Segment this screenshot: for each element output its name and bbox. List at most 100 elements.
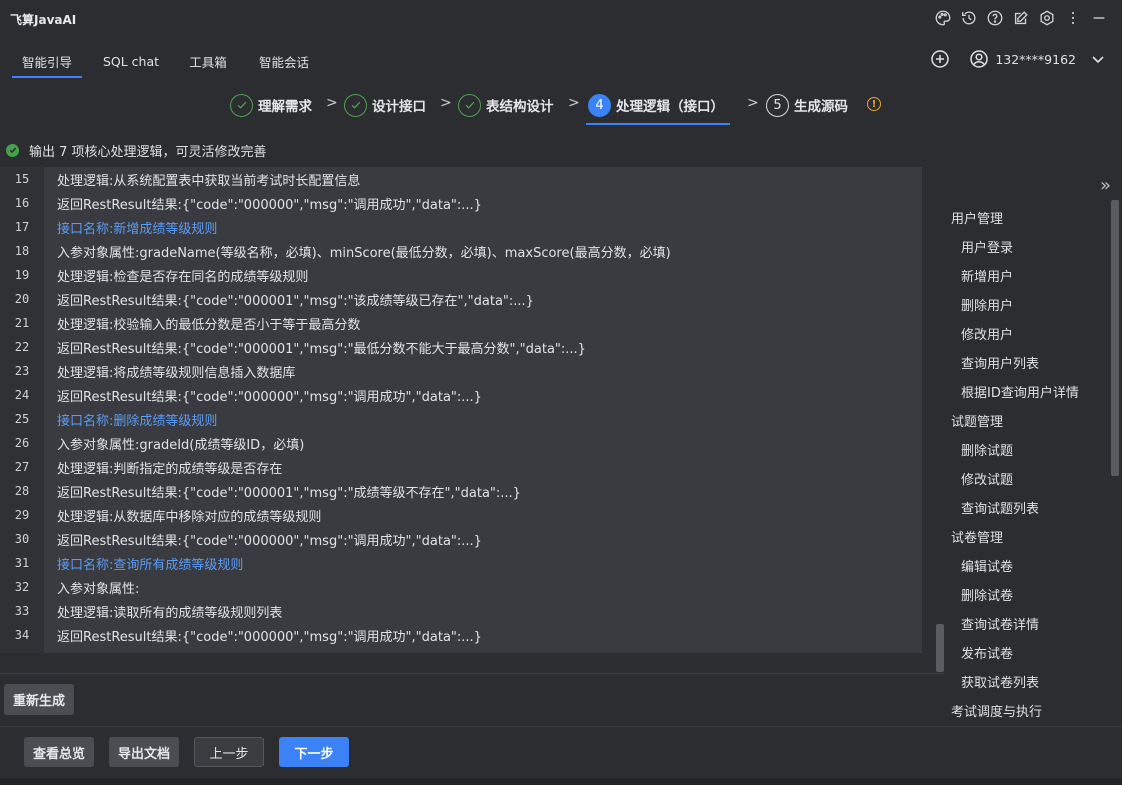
line-number: 24: [14, 388, 30, 402]
outline-subitem[interactable]: 根据ID查询用户详情: [961, 382, 1079, 404]
code-line[interactable]: 18 入参对象属性:gradeName(等级名称，必填)、minScore(最低分…: [0, 239, 922, 263]
history-icon[interactable]: [959, 8, 978, 27]
chevron-down-icon: [1092, 56, 1104, 64]
outline-group[interactable]: 考试调度与执行: [951, 701, 1042, 723]
outline-group[interactable]: 用户管理: [951, 208, 1003, 230]
code-line[interactable]: 30 返回RestResult结果:{"code":"000000","msg":…: [0, 527, 922, 551]
step-5[interactable]: 5 生成源码: [766, 88, 848, 122]
outline-subitem[interactable]: 用户登录: [961, 237, 1013, 259]
code-line[interactable]: 23 处理逻辑:将成绩等级规则信息插入数据库: [0, 359, 922, 383]
status-message: 输出 7 项核心处理逻辑，可灵活修改完善: [6, 140, 267, 160]
palette-icon[interactable]: [933, 8, 952, 27]
tab-chat[interactable]: 智能会话: [250, 44, 318, 78]
outline-subitem[interactable]: 修改试题: [961, 469, 1013, 491]
outline-subitem[interactable]: 修改用户: [961, 324, 1013, 346]
line-text: 接口名称:删除成绩等级规则: [57, 413, 218, 429]
code-line[interactable]: 27 处理逻辑:判断指定的成绩等级是否存在: [0, 455, 922, 479]
outline-subitem[interactable]: 获取试卷列表: [961, 672, 1039, 694]
step-label: 生成源码: [794, 99, 848, 115]
line-number: 20: [14, 292, 30, 306]
code-line[interactable]: 28 返回RestResult结果:{"code":"000001","msg":…: [0, 479, 922, 503]
tab-toolbox[interactable]: 工具箱: [180, 44, 236, 78]
line-number: 21: [14, 316, 30, 330]
code-line[interactable]: 24 返回RestResult结果:{"code":"000000","msg":…: [0, 383, 922, 407]
line-number: 27: [14, 460, 30, 474]
line-text: 接口名称:新增成绩等级规则: [57, 221, 218, 237]
step-label: 处理逻辑（接口）: [616, 99, 724, 115]
interface-outline: 用户管理用户登录新增用户删除用户修改用户查询用户列表根据ID查询用户详情试题管理…: [944, 170, 1122, 726]
code-line[interactable]: 15 处理逻辑:从系统配置表中获取当前考试时长配置信息: [0, 167, 922, 191]
step-4[interactable]: 4 处理逻辑（接口）: [586, 88, 730, 125]
line-number: 16: [14, 196, 30, 210]
line-number: 26: [14, 436, 30, 450]
add-icon[interactable]: [929, 48, 951, 70]
line-text: 处理逻辑:判断指定的成绩等级是否存在: [57, 461, 283, 477]
edit-icon[interactable]: [1011, 8, 1030, 27]
next-step-button[interactable]: 下一步: [279, 737, 349, 767]
code-line[interactable]: 25 接口名称:删除成绩等级规则: [0, 407, 922, 431]
code-line[interactable]: 19 处理逻辑:检查是否存在同名的成绩等级规则: [0, 263, 922, 287]
line-text: 处理逻辑:将成绩等级规则信息插入数据库: [57, 365, 296, 381]
settings-icon[interactable]: [1037, 8, 1056, 27]
code-line[interactable]: 29 处理逻辑:从数据库中移除对应的成绩等级规则: [0, 503, 922, 527]
outline-subitem[interactable]: 查询用户列表: [961, 353, 1039, 375]
previous-step-button[interactable]: 上一步: [194, 737, 264, 767]
step-number: 4: [588, 93, 611, 117]
tab-guide[interactable]: 智能引导: [12, 44, 82, 78]
outline-subitem[interactable]: 编辑试卷: [961, 556, 1013, 578]
chevron-right-icon: >: [747, 95, 759, 111]
outline-subitem[interactable]: 新增用户: [961, 266, 1013, 288]
regenerate-button[interactable]: 重新生成: [4, 684, 74, 715]
code-line[interactable]: 34 返回RestResult结果:{"code":"000000","msg":…: [0, 623, 922, 647]
outline-scrollbar[interactable]: [1111, 200, 1119, 476]
outline-subitem[interactable]: 删除试卷: [961, 585, 1013, 607]
line-text: 返回RestResult结果:{"code":"000001","msg":"该…: [57, 293, 534, 309]
line-number: 30: [14, 532, 30, 546]
line-text: 返回RestResult结果:{"code":"000001","msg":"最…: [57, 341, 586, 357]
line-number: 15: [14, 172, 30, 186]
outline-subitem[interactable]: 删除试题: [961, 440, 1013, 462]
code-line[interactable]: 31 接口名称:查询所有成绩等级规则: [0, 551, 922, 575]
help-icon[interactable]: [985, 8, 1004, 27]
step-number: 5: [766, 93, 789, 117]
outline-group[interactable]: 试题管理: [951, 411, 1003, 433]
code-line[interactable]: 20 返回RestResult结果:{"code":"000001","msg":…: [0, 287, 922, 311]
outline-subitem[interactable]: 查询试卷详情: [961, 614, 1039, 636]
step-3[interactable]: 表结构设计: [458, 88, 554, 122]
title-toolbar: [933, 8, 1108, 27]
outline-group[interactable]: 试卷管理: [951, 527, 1003, 549]
line-number: 19: [14, 268, 30, 282]
line-number: 33: [14, 604, 30, 618]
step-2[interactable]: 设计接口: [344, 88, 426, 122]
line-text: 返回RestResult结果:{"code":"000000","msg":"调…: [57, 389, 482, 405]
line-number: 29: [14, 508, 30, 522]
code-line[interactable]: 16 返回RestResult结果:{"code":"000000","msg":…: [0, 191, 922, 215]
more-vertical-icon[interactable]: [1063, 8, 1082, 27]
outline-subitem[interactable]: 查询试题列表: [961, 498, 1039, 520]
check-icon: [344, 93, 367, 117]
info-icon[interactable]: !: [867, 97, 881, 111]
outline-subitem[interactable]: 发布试卷: [961, 643, 1013, 665]
minimize-icon[interactable]: [1089, 8, 1108, 27]
step-1[interactable]: 理解需求: [230, 88, 312, 122]
code-line[interactable]: 33 处理逻辑:读取所有的成绩等级规则列表: [0, 599, 922, 623]
code-line[interactable]: 17 接口名称:新增成绩等级规则: [0, 215, 922, 239]
line-text: 返回RestResult结果:{"code":"000000","msg":"调…: [57, 629, 482, 645]
logic-editor[interactable]: 15 处理逻辑:从系统配置表中获取当前考试时长配置信息 16 返回RestResult…: [0, 167, 922, 653]
check-icon: [230, 93, 253, 117]
outline-subitem[interactable]: 删除用户: [961, 295, 1013, 317]
code-line[interactable]: 22 返回RestResult结果:{"code":"000001","msg":…: [0, 335, 922, 359]
code-line[interactable]: 21 处理逻辑:校验输入的最低分数是否小于等于最高分数: [0, 311, 922, 335]
editor-scrollbar[interactable]: [936, 624, 944, 672]
code-line[interactable]: 32 入参对象属性:: [0, 575, 922, 599]
chevron-right-icon: >: [326, 95, 338, 111]
code-line[interactable]: 26 入参对象属性:gradeId(成绩等级ID，必填): [0, 431, 922, 455]
view-overview-button[interactable]: 查看总览: [24, 737, 94, 767]
line-text: 返回RestResult结果:{"code":"000000","msg":"调…: [57, 533, 482, 549]
export-document-button[interactable]: 导出文档: [109, 737, 179, 767]
user-menu[interactable]: 132****9162: [969, 49, 1108, 69]
line-number: 17: [14, 220, 30, 234]
user-phone: 132****9162: [995, 51, 1076, 67]
line-number: 28: [14, 484, 30, 498]
tab-sql-chat[interactable]: SQL chat: [96, 44, 166, 78]
